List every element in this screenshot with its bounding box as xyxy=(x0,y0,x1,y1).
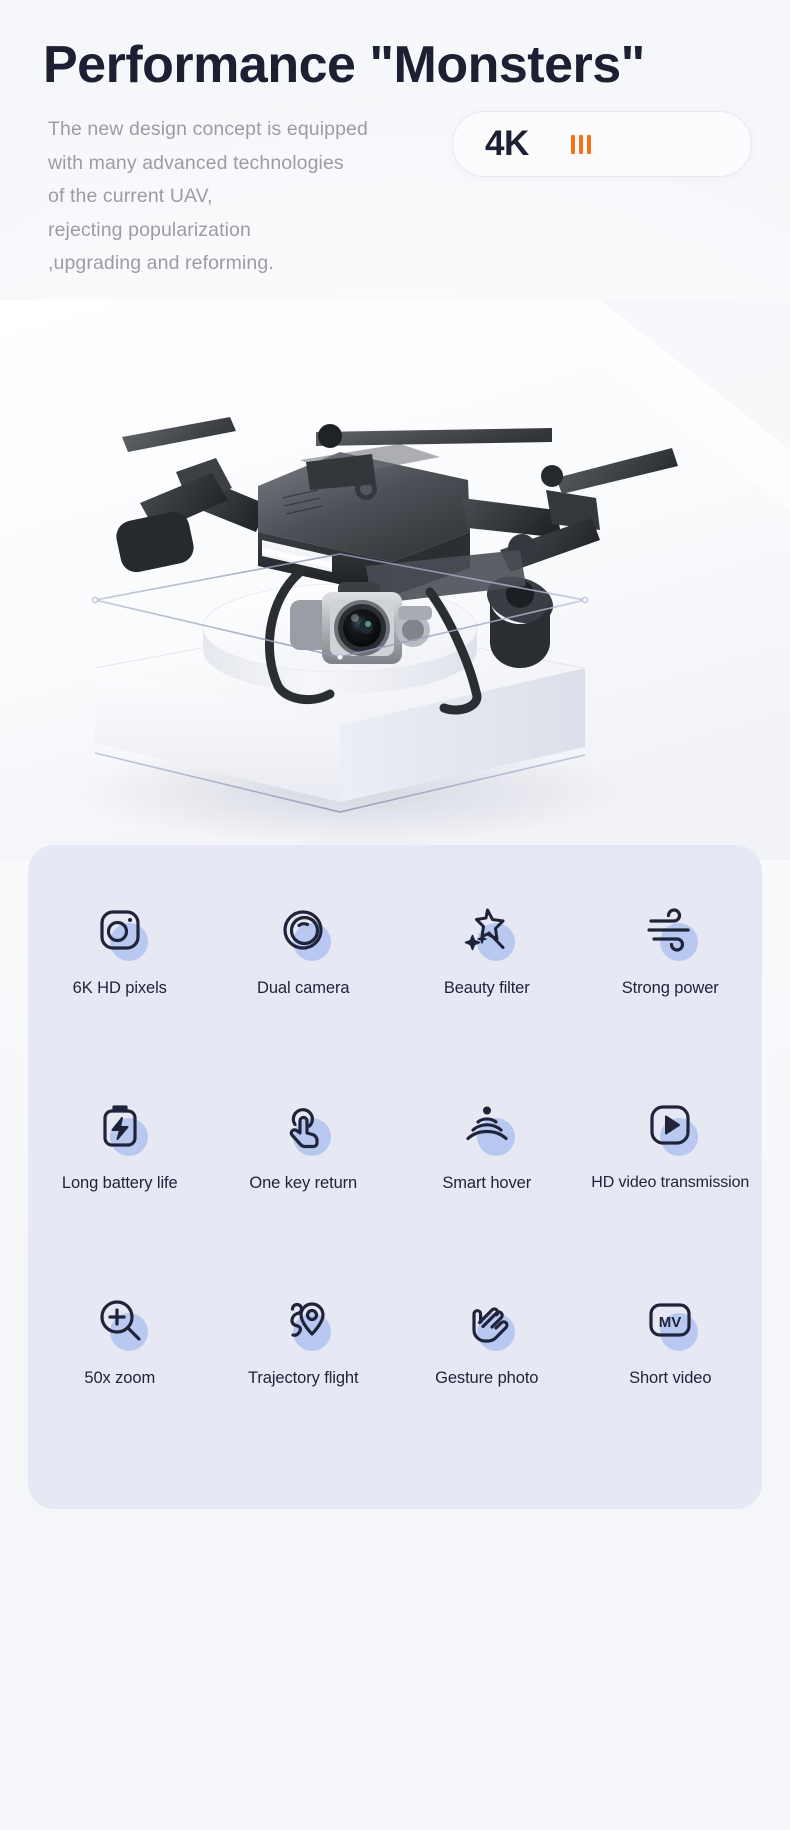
subtitle-line-3: of the current UAV, xyxy=(48,185,213,207)
feature-label: Smart hover xyxy=(442,1174,532,1192)
feature-item-gesture-photo[interactable]: Gesture photo xyxy=(395,1287,579,1388)
feature-label: Short video xyxy=(629,1369,712,1387)
subtitle-line-2: with many advanced technologies xyxy=(48,151,344,174)
feature-row-1: 6K HD pixels Dual camera Beauty filter S… xyxy=(28,897,762,998)
feature-item-strong-power[interactable]: Strong power xyxy=(579,897,763,998)
feature-label: Strong power xyxy=(621,979,719,997)
feature-item-dual-camera[interactable]: Dual camera xyxy=(212,897,396,998)
feature-label: 50x zoom xyxy=(84,1369,156,1387)
wind-icon xyxy=(634,897,706,963)
feature-label: Trajectory flight xyxy=(248,1369,359,1387)
feature-label: Long battery life xyxy=(61,1174,178,1192)
route-pin-icon xyxy=(267,1287,339,1353)
subtitle-line-5: ,upgrading and reforming. xyxy=(48,252,274,274)
feature-label: 6K HD pixels xyxy=(72,979,167,997)
svg-text:MV: MV xyxy=(659,1314,682,1331)
feature-item-hd-video-transmission[interactable]: HD video transmission xyxy=(579,1092,763,1193)
feature-row-3: 50x zoom Trajectory flight Gesture photo… xyxy=(28,1287,762,1388)
feature-item-one-key-return[interactable]: One key return xyxy=(212,1092,396,1193)
feature-label: Dual camera xyxy=(257,979,350,997)
feature-item-long-battery-life[interactable]: Long battery life xyxy=(28,1092,212,1193)
feature-item-50x-zoom[interactable]: 50x zoom xyxy=(28,1287,212,1388)
hand-wave-icon xyxy=(451,1287,523,1353)
resolution-badge-value: 4K xyxy=(485,124,529,163)
zoom-in-icon xyxy=(84,1287,156,1353)
feature-row-2: Long battery life One key return Smart h… xyxy=(28,1092,762,1193)
lens-icon xyxy=(267,897,339,963)
subtitle-line-4: rejecting popularization xyxy=(48,218,251,241)
camera-icon xyxy=(84,897,156,963)
feature-item-trajectory-flight[interactable]: Trajectory flight xyxy=(212,1287,396,1388)
battery-bolt-icon xyxy=(84,1092,156,1158)
mv-square-icon: MV xyxy=(634,1287,706,1353)
feature-label: Beauty filter xyxy=(443,979,530,997)
magic-wand-icon xyxy=(451,897,523,963)
feature-item-smart-hover[interactable]: Smart hover xyxy=(395,1092,579,1193)
subtitle-line-1: The new design concept is equipped xyxy=(48,118,368,140)
page-title: Performance "Monsters" xyxy=(43,36,645,94)
feature-item-beauty-filter[interactable]: Beauty filter xyxy=(395,897,579,998)
hero-product-image xyxy=(0,300,790,860)
page-subtitle: The new design concept is equipped with … xyxy=(48,113,448,281)
resolution-badge: 4K xyxy=(452,111,752,177)
feature-item-6k-hd-pixels[interactable]: 6K HD pixels xyxy=(28,897,212,998)
header-section: Performance "Monsters" The new design co… xyxy=(0,0,790,320)
feature-label: Gesture photo xyxy=(435,1369,539,1387)
signal-waves-icon xyxy=(451,1092,523,1158)
feature-item-short-video[interactable]: MV Short video xyxy=(579,1287,763,1388)
signal-bars-icon xyxy=(570,134,591,154)
features-panel: 6K HD pixels Dual camera Beauty filter S… xyxy=(28,845,762,1509)
play-square-icon xyxy=(634,1092,706,1158)
product-page: Performance "Monsters" The new design co… xyxy=(0,0,790,1830)
feature-label: HD video transmission xyxy=(591,1174,750,1191)
hand-tap-icon xyxy=(267,1092,339,1158)
feature-label: One key return xyxy=(249,1174,358,1192)
